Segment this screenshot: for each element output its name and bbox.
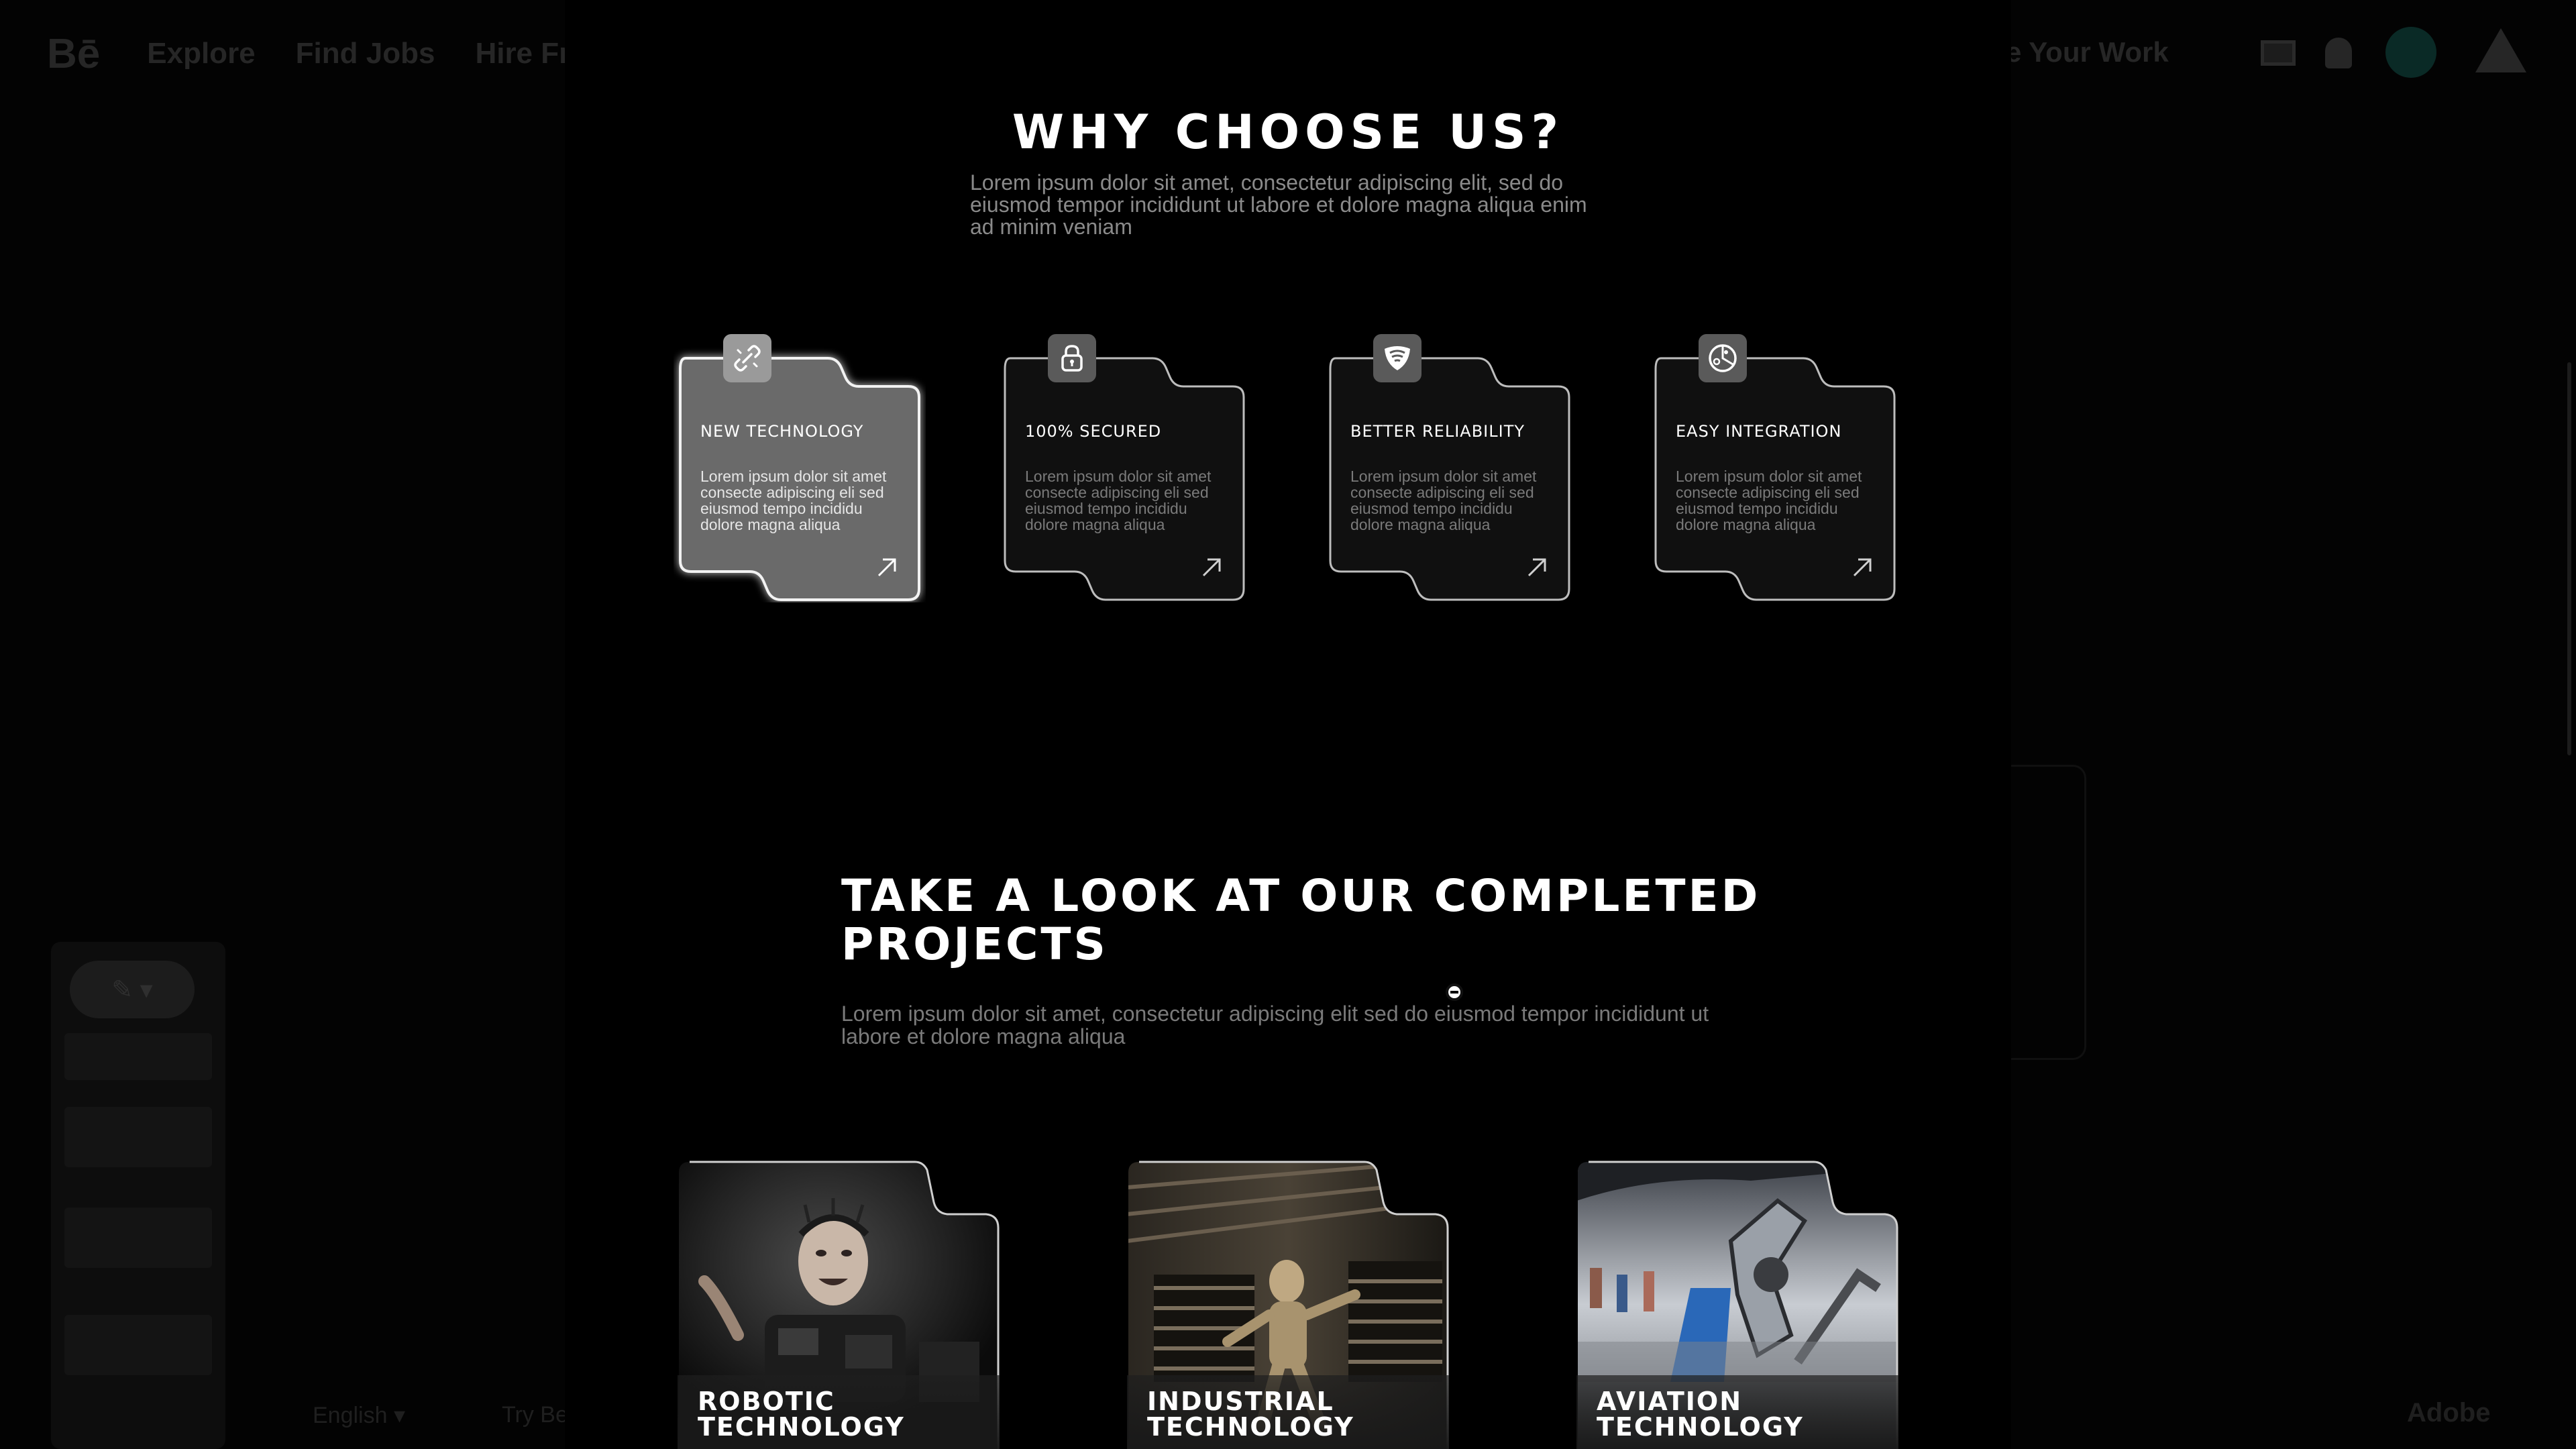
integration-icon [1709,344,1737,372]
nav-find-jobs[interactable]: Find Jobs [296,37,435,70]
feature-description: Lorem ipsum dolor sit amet consecte adip… [1350,468,1537,533]
feature-card-secured[interactable]: 100% SECURED Lorem ipsum dolor sit amet … [998,334,1250,602]
feature-title: BETTER RELIABILITY [1350,422,1525,441]
project-title: INDUSTRIAL TECHNOLOGY [1147,1387,1354,1442]
thumbnail [64,1033,212,1080]
adobe-icon[interactable] [2475,28,2526,72]
edit-button[interactable]: ✎ ▾ [70,961,195,1018]
arrow-up-right-icon[interactable] [1849,553,1876,580]
arrow-up-right-icon[interactable] [873,553,900,580]
feature-badge [1373,334,1421,382]
feature-card-new-technology[interactable]: NEW TECHNOLOGY Lorem ipsum dolor sit ame… [674,334,926,602]
feature-badge [1699,334,1747,382]
feature-card-reliability[interactable]: BETTER RELIABILITY Lorem ipsum dolor sit… [1324,334,1576,602]
feature-badge [1048,334,1096,382]
avatar[interactable] [2385,27,2436,78]
project-card-aviation[interactable]: AVIATION TECHNOLOGY [1576,1161,1898,1449]
mail-icon[interactable] [2261,40,2296,66]
mouse-cursor [1446,983,1463,1001]
feature-description: Lorem ipsum dolor sit amet consecte adip… [700,468,887,533]
nav-explore[interactable]: Explore [147,37,255,70]
feature-title: 100% SECURED [1025,422,1162,441]
feature-title: NEW TECHNOLOGY [700,422,864,441]
behance-logo[interactable]: Bē [47,30,100,78]
project-title: AVIATION TECHNOLOGY [1597,1387,1804,1442]
completed-projects-lead: Lorem ipsum dolor sit amet, consectetur … [841,1002,1709,1049]
project-card-industrial[interactable]: INDUSTRIAL TECHNOLOGY [1127,1161,1449,1449]
project-modal: WHY CHOOSE US? Lorem ipsum dolor sit ame… [565,0,2011,1449]
feature-description: Lorem ipsum dolor sit amet consecte adip… [1025,468,1212,533]
feature-card-integration[interactable]: EASY INTEGRATION Lorem ipsum dolor sit a… [1649,334,1901,602]
bell-icon[interactable] [2325,38,2352,68]
completed-projects-title: TAKE A LOOK AT OUR COMPLETED PROJECTS [841,870,1761,970]
why-choose-us-lead: Lorem ipsum dolor sit amet, consectetur … [970,170,1587,239]
lock-icon [1061,345,1083,372]
why-choose-us-title: WHY CHOOSE US? [1012,105,1564,160]
link-icon [734,345,761,372]
share-your-work-link[interactable]: e Your Work [2006,36,2169,68]
shield-icon [1385,346,1410,370]
project-card-robotic[interactable]: ROBOTIC TECHNOLOGY [678,1161,1000,1449]
language-selector[interactable]: English ▾ [313,1402,405,1429]
pencil-icon: ✎ ▾ [111,975,153,1004]
try-behance-link[interactable]: Try Be [502,1402,568,1428]
thumbnail [64,1315,212,1375]
arrow-up-right-icon[interactable] [1523,553,1550,580]
background-card-edge [1999,765,2086,1060]
feature-badge [723,334,771,382]
feature-title: EASY INTEGRATION [1676,422,1842,441]
arrow-up-right-icon[interactable] [1198,553,1225,580]
thumbnail [64,1208,212,1268]
feature-description: Lorem ipsum dolor sit amet consecte adip… [1676,468,1862,533]
page-scrollbar[interactable] [2567,362,2571,755]
thumbnail [64,1107,212,1167]
adobe-footer-logo[interactable]: Adobe [2407,1398,2490,1428]
project-title: ROBOTIC TECHNOLOGY [698,1387,905,1442]
